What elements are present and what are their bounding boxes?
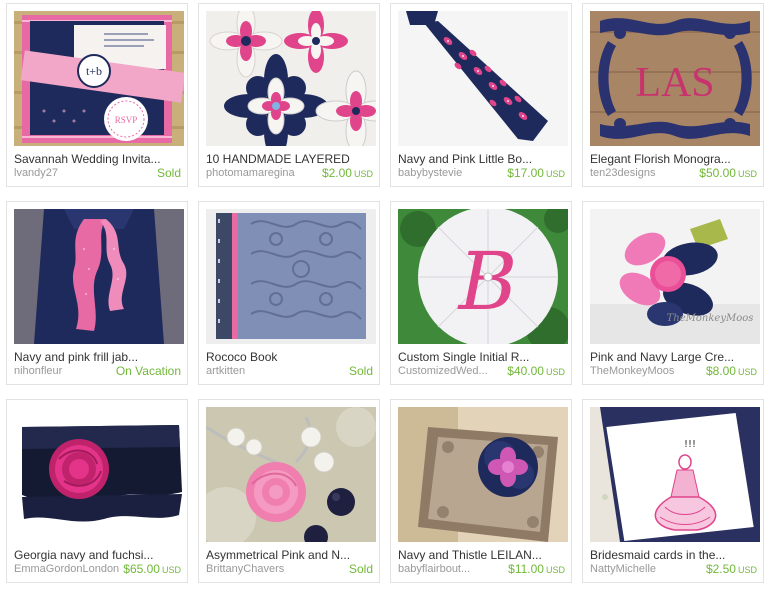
currency-label: USD	[545, 565, 565, 575]
currency-label: USD	[545, 367, 565, 377]
currency-label: USD	[161, 565, 181, 575]
listing-title[interactable]: Navy and Thistle LEILAN...	[398, 548, 568, 562]
clip-watermark-text: TheMonkeyMoos	[667, 313, 754, 324]
listing-card[interactable]: Navy and Thistle LEILAN... babyflairbout…	[390, 399, 572, 583]
status-label: Sold	[348, 364, 373, 378]
invite-rsvp-text: RSVP	[115, 115, 138, 125]
book-image[interactable]	[206, 209, 376, 344]
listing-card[interactable]: 10 HANDMADE LAYERED photomamaregina $2.0…	[198, 3, 380, 187]
frill-jabot-image[interactable]	[14, 209, 184, 344]
shop-name[interactable]: CustomizedWed...	[398, 365, 508, 378]
price-value: $2.00	[321, 166, 352, 180]
invite-monogram-text: t+b	[86, 64, 102, 78]
listing-card[interactable]: Navy and Pink Little Bo... babybystevie …	[390, 3, 572, 187]
listing-title[interactable]: Asymmetrical Pink and N...	[206, 548, 376, 562]
status-label: Sold	[156, 166, 181, 180]
listing-card[interactable]: Rococo Book artkitten Sold	[198, 201, 380, 385]
monogram-image[interactable]: LAS	[590, 11, 760, 146]
listing-title[interactable]: Savannah Wedding Invita...	[14, 152, 184, 166]
shop-name[interactable]: photomamaregina	[206, 167, 316, 180]
price-value: $2.50	[705, 562, 736, 576]
card-caption-text: !!!	[684, 439, 696, 450]
shop-name[interactable]: babyflairbout...	[398, 563, 508, 576]
price-value: $8.00	[705, 364, 736, 378]
price-value: $17.00	[507, 166, 544, 180]
listing-card[interactable]: Georgia navy and fuchsi... EmmaGordonLon…	[6, 399, 188, 583]
listing-card[interactable]: TheMonkeyMoos Pink and Navy Large Cre...…	[582, 201, 764, 385]
price-label: $11.00 USD	[508, 562, 565, 577]
price-value: $65.00	[123, 562, 160, 576]
parasol-letter-text: B	[457, 235, 518, 328]
listing-card[interactable]: !!! Bridesmaid cards in the... NattyMich…	[582, 399, 764, 583]
shop-name[interactable]: artkitten	[206, 365, 316, 378]
price-label: $50.00 USD	[699, 166, 757, 181]
listing-card[interactable]: Navy and pink frill jab... nihonfleur On…	[6, 201, 188, 385]
currency-label: USD	[353, 169, 373, 179]
currency-label: USD	[737, 565, 757, 575]
shop-name[interactable]: NattyMichelle	[590, 563, 700, 576]
shop-name[interactable]: TheMonkeyMoos	[590, 365, 700, 378]
shop-name[interactable]: BrittanyChavers	[206, 563, 316, 576]
listing-card[interactable]: B Custom Single Initial R... CustomizedW…	[390, 201, 572, 385]
listing-card[interactable]: LAS Elegant Florish Monogra... ten23desi…	[582, 3, 764, 187]
felt-flower-image[interactable]	[398, 407, 568, 542]
listing-card[interactable]: Asymmetrical Pink and N... BrittanyChave…	[198, 399, 380, 583]
price-value: $50.00	[699, 166, 736, 180]
currency-label: USD	[737, 169, 757, 179]
shop-name[interactable]: ten23designs	[590, 167, 700, 180]
listing-title[interactable]: Rococo Book	[206, 350, 376, 364]
price-label: $2.00 USD	[322, 166, 373, 181]
price-value: $40.00	[507, 364, 544, 378]
price-label: $40.00 USD	[507, 364, 565, 379]
treasury-grid: t+b RSVP Savannah Wedding Invita... lvan…	[0, 0, 771, 589]
monogram-letters-text: LAS	[635, 60, 714, 106]
listing-title[interactable]: Navy and Pink Little Bo...	[398, 152, 568, 166]
necktie-image[interactable]	[398, 11, 568, 146]
price-label: $2.50 USD	[706, 562, 757, 577]
price-label: $65.00 USD	[123, 562, 181, 577]
shop-name[interactable]: nihonfleur	[14, 365, 124, 378]
currency-label: USD	[737, 367, 757, 377]
status-label: On Vacation	[115, 364, 181, 378]
price-label: $17.00 USD	[507, 166, 565, 181]
listing-title[interactable]: Custom Single Initial R...	[398, 350, 568, 364]
parasol-image[interactable]: B	[398, 209, 568, 344]
status-label: Sold	[348, 562, 373, 576]
shop-name[interactable]: lvandy27	[14, 167, 124, 180]
listing-title[interactable]: Elegant Florish Monogra...	[590, 152, 760, 166]
bridesmaid-card-image[interactable]: !!!	[590, 407, 760, 542]
paper-flowers-image[interactable]	[206, 11, 376, 146]
price-value: $11.00	[508, 562, 544, 576]
listing-title[interactable]: 10 HANDMADE LAYERED	[206, 152, 376, 166]
invitation-image[interactable]: t+b RSVP	[14, 11, 184, 146]
necklace-image[interactable]	[206, 407, 376, 542]
listing-title[interactable]: Bridesmaid cards in the...	[590, 548, 760, 562]
currency-label: USD	[545, 169, 565, 179]
shop-name[interactable]: babybystevie	[398, 167, 508, 180]
listing-title[interactable]: Navy and pink frill jab...	[14, 350, 184, 364]
price-label: $8.00 USD	[706, 364, 757, 379]
fabric-flower-clip-image[interactable]: TheMonkeyMoos	[590, 209, 760, 344]
listing-title[interactable]: Pink and Navy Large Cre...	[590, 350, 760, 364]
clutch-image[interactable]	[14, 407, 184, 542]
listing-title[interactable]: Georgia navy and fuchsi...	[14, 548, 184, 562]
listing-card[interactable]: t+b RSVP Savannah Wedding Invita... lvan…	[6, 3, 188, 187]
